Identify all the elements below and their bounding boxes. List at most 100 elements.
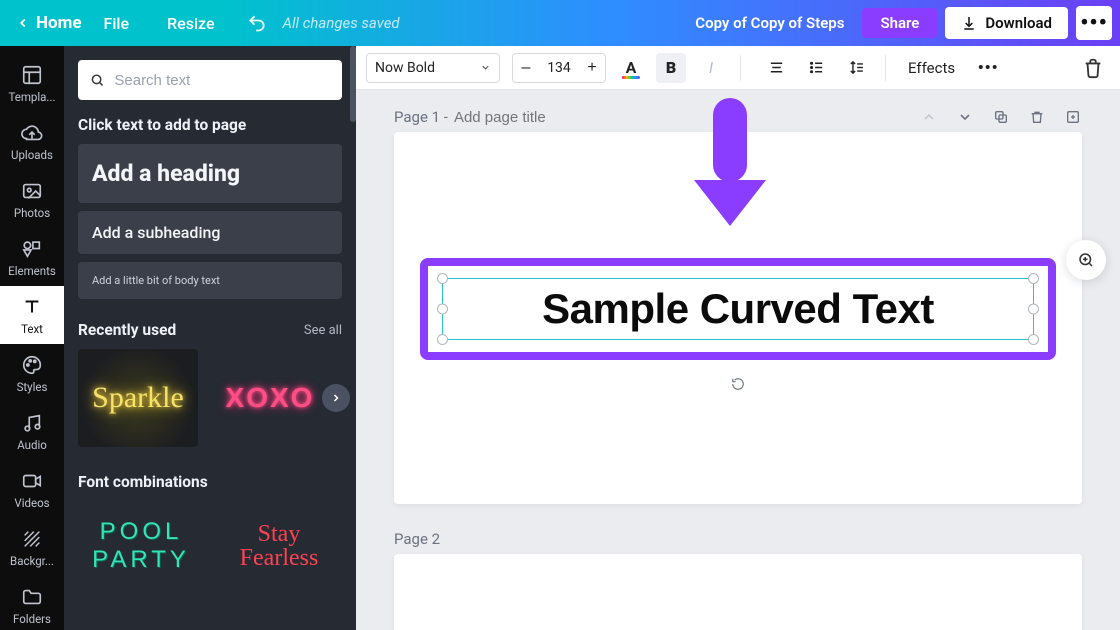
save-status: All changes saved bbox=[283, 14, 400, 32]
font-family-value: Now Bold bbox=[375, 60, 435, 76]
font-size-decrement[interactable]: – bbox=[513, 53, 539, 83]
font-combo-row: POOL PARTY Stay Fearless bbox=[78, 505, 342, 587]
preset-subheading[interactable]: Add a subheading bbox=[78, 211, 342, 254]
selected-text-element[interactable]: Sample Curved Text bbox=[442, 278, 1034, 340]
text-color-glyph: A bbox=[626, 58, 637, 77]
page-title-input[interactable] bbox=[454, 109, 653, 126]
recently-used-title: Recently used bbox=[78, 321, 176, 339]
chevron-down-icon bbox=[480, 62, 491, 73]
rainbow-underline-icon bbox=[622, 76, 640, 79]
page-up-button[interactable] bbox=[920, 108, 938, 126]
rail-audio[interactable]: Audio bbox=[0, 402, 64, 460]
search-wrap[interactable] bbox=[78, 60, 342, 100]
font-size-stepper: – 134 + bbox=[512, 53, 606, 83]
rail-elements[interactable]: Elements bbox=[0, 228, 64, 286]
resize-handle-bl[interactable] bbox=[437, 334, 448, 345]
annotation-arrow bbox=[694, 98, 766, 238]
text-color-button[interactable]: A bbox=[616, 53, 646, 83]
page-2-canvas[interactable] bbox=[394, 554, 1082, 630]
expand-icon bbox=[1077, 251, 1095, 269]
trash-icon bbox=[1082, 57, 1104, 79]
ellipsis-icon: ••• bbox=[1080, 11, 1107, 36]
font-combos-title: Font combinations bbox=[78, 473, 342, 491]
home-label: Home bbox=[36, 13, 82, 33]
chevron-right-icon bbox=[330, 392, 342, 404]
text-toolbar: Now Bold – 134 + A B I bbox=[356, 46, 1120, 90]
rail-backgrounds[interactable]: Backgr... bbox=[0, 518, 64, 576]
resize-handle-mr[interactable] bbox=[1028, 304, 1039, 315]
list-icon bbox=[808, 59, 825, 76]
rail-templates[interactable]: Templa... bbox=[0, 54, 64, 112]
uploads-icon bbox=[21, 122, 43, 144]
rotate-icon bbox=[731, 377, 745, 391]
download-button[interactable]: Download bbox=[945, 7, 1068, 39]
font-size-increment[interactable]: + bbox=[579, 53, 605, 83]
combo-stay-fearless[interactable]: Stay Fearless bbox=[216, 505, 342, 587]
italic-button[interactable]: I bbox=[696, 53, 726, 83]
toolbar-overflow-button[interactable]: ••• bbox=[973, 53, 1003, 83]
thumb-xoxo[interactable]: XOXO bbox=[210, 349, 330, 447]
panel-instructions: Click text to add to page bbox=[78, 116, 342, 134]
rotate-handle[interactable] bbox=[730, 376, 746, 392]
ellipsis-icon: ••• bbox=[978, 58, 999, 77]
chevron-left-icon bbox=[16, 16, 30, 30]
search-icon bbox=[90, 72, 104, 88]
audio-icon bbox=[21, 412, 43, 434]
font-family-dropdown[interactable]: Now Bold bbox=[366, 53, 500, 83]
font-size-value[interactable]: 134 bbox=[539, 60, 579, 76]
document-title[interactable]: Copy of Copy of Steps bbox=[695, 14, 844, 32]
spacing-button[interactable] bbox=[841, 53, 871, 83]
zoom-fab[interactable] bbox=[1066, 240, 1106, 280]
chevron-up-icon bbox=[921, 109, 937, 125]
undo-button[interactable] bbox=[247, 13, 267, 33]
undo-icon bbox=[247, 13, 267, 33]
rail-styles[interactable]: Styles bbox=[0, 344, 64, 402]
file-menu[interactable]: File bbox=[88, 14, 146, 33]
page-1-canvas[interactable]: Sample Curved Text bbox=[394, 132, 1082, 504]
side-rail: Templa... Uploads Photos Elements Text S… bbox=[0, 46, 64, 630]
page-2-label: Page 2 bbox=[394, 530, 440, 548]
combo-pool-party[interactable]: POOL PARTY bbox=[78, 505, 204, 587]
overflow-button[interactable]: ••• bbox=[1076, 6, 1112, 40]
page-1-label: Page 1 - bbox=[394, 108, 448, 126]
resize-handle-br[interactable] bbox=[1028, 334, 1039, 345]
resize-handle-tr[interactable] bbox=[1028, 273, 1039, 284]
rail-text[interactable]: Text bbox=[0, 286, 64, 344]
templates-icon bbox=[21, 64, 43, 86]
preset-body[interactable]: Add a little bit of body text bbox=[78, 262, 342, 299]
rail-folders[interactable]: Folders bbox=[0, 576, 64, 630]
rail-videos[interactable]: Videos bbox=[0, 460, 64, 518]
home-button[interactable]: Home bbox=[16, 13, 82, 33]
duplicate-page-button[interactable] bbox=[992, 108, 1010, 126]
preset-heading[interactable]: Add a heading bbox=[78, 144, 342, 203]
rail-photos[interactable]: Photos bbox=[0, 170, 64, 228]
resize-menu[interactable]: Resize bbox=[151, 14, 230, 33]
chevron-down-icon bbox=[957, 109, 973, 125]
editor-area: Now Bold – 134 + A B I bbox=[356, 46, 1120, 630]
page-down-button[interactable] bbox=[956, 108, 974, 126]
add-page-button[interactable] bbox=[1064, 108, 1082, 126]
effects-button[interactable]: Effects bbox=[900, 59, 963, 77]
share-button[interactable]: Share bbox=[862, 8, 937, 38]
top-bar: Home File Resize All changes saved Copy … bbox=[0, 0, 1120, 46]
thumb-next-button[interactable] bbox=[322, 384, 350, 412]
download-icon bbox=[961, 15, 977, 31]
delete-button[interactable] bbox=[1082, 57, 1104, 79]
search-input[interactable] bbox=[114, 72, 330, 89]
delete-page-button[interactable] bbox=[1028, 108, 1046, 126]
text-panel: Click text to add to page Add a heading … bbox=[64, 46, 356, 630]
selected-text-content[interactable]: Sample Curved Text bbox=[542, 285, 934, 333]
resize-handle-ml[interactable] bbox=[437, 304, 448, 315]
photos-icon bbox=[21, 180, 43, 202]
rail-uploads[interactable]: Uploads bbox=[0, 112, 64, 170]
align-icon bbox=[768, 59, 785, 76]
list-button[interactable] bbox=[801, 53, 831, 83]
thumb-sparkle[interactable]: Sparkle bbox=[78, 349, 198, 447]
styles-icon bbox=[21, 354, 43, 376]
bold-button[interactable]: B bbox=[656, 53, 686, 83]
text-icon bbox=[21, 296, 43, 318]
alignment-button[interactable] bbox=[761, 53, 791, 83]
see-all-link[interactable]: See all bbox=[304, 323, 342, 338]
resize-handle-tl[interactable] bbox=[437, 273, 448, 284]
recent-thumb-row: Sparkle XOXO bbox=[78, 349, 342, 447]
